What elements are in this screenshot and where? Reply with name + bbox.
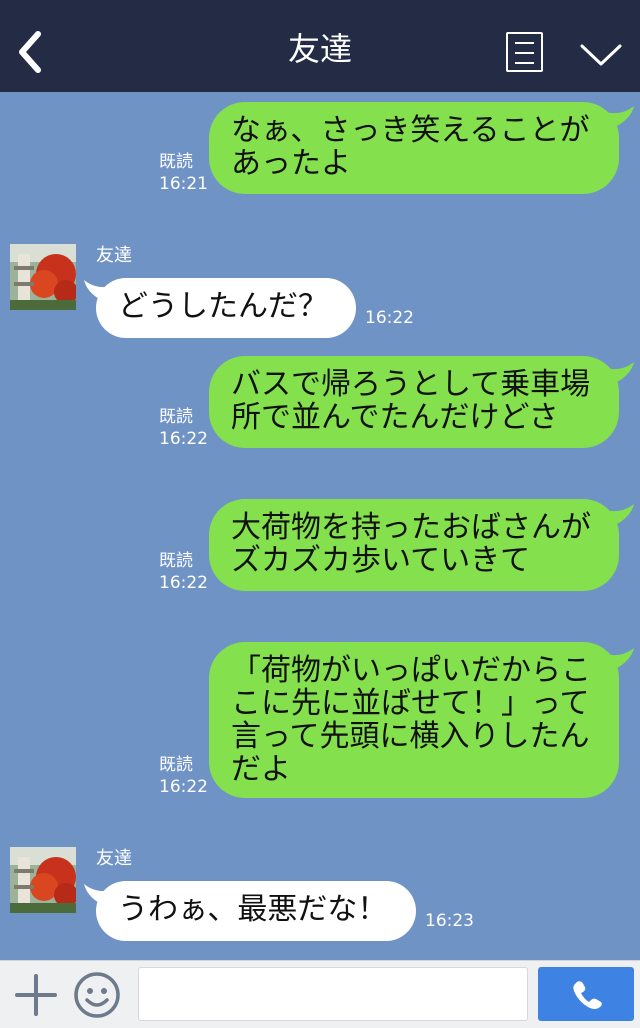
menu-list-icon: [515, 42, 534, 44]
message-line: バスで帰ろうとして乗車場: [231, 367, 591, 402]
message-input[interactable]: [138, 967, 528, 1021]
message-bubble-outgoing[interactable]: 「荷物がいっぱいだからこ こに先に並ばせて！」って 言って先頭に横入りしたん だ…: [209, 642, 619, 798]
message-line: なぁ、さっき笑えることが: [231, 113, 590, 148]
call-button[interactable]: [538, 967, 634, 1021]
emoji-button[interactable]: [72, 970, 122, 1020]
message-bubble-outgoing[interactable]: バスで帰ろうとして乗車場 所で並んでたんだけどさ: [209, 356, 619, 448]
message-line: どうしたんだ？: [118, 289, 328, 324]
message-line: こに先に並ばせて！」って: [231, 686, 590, 721]
message-line: うわぁ、最悪だな！: [118, 892, 388, 927]
menu-list-icon-line: [515, 52, 534, 54]
avatar-image: [10, 847, 76, 913]
avatar[interactable]: [10, 847, 76, 913]
smiley-icon: [74, 972, 120, 1018]
message-time: 16:22: [365, 308, 414, 328]
read-receipt: 既読: [159, 755, 193, 775]
read-receipt: 既読: [159, 407, 193, 427]
message-line: 大荷物を持ったおばさんが: [231, 510, 591, 545]
menu-button[interactable]: [506, 32, 543, 72]
sender-name: 友達: [96, 245, 132, 266]
avatar[interactable]: [10, 244, 76, 310]
read-receipt: 既読: [159, 551, 193, 571]
back-button[interactable]: [10, 26, 50, 74]
sender-name: 友達: [96, 848, 132, 869]
add-attachment-button[interactable]: [14, 973, 58, 1017]
message-line: あったよ: [231, 146, 351, 181]
chat-area: 既読 16:21 なぁ、さっき笑えることが あったよ 友達 どうしたんだ？ 16…: [0, 92, 640, 960]
message-meta: 既読 16:22: [159, 406, 208, 450]
message-time: 16:22: [159, 777, 208, 797]
collapse-button[interactable]: [578, 36, 624, 70]
plus-icon: [15, 974, 57, 1016]
message-line: だよ: [231, 752, 291, 787]
message-bubble-incoming[interactable]: どうしたんだ？: [96, 278, 356, 338]
menu-list-icon-line: [515, 62, 534, 64]
message-line: ズカズカ歩いていきて: [231, 543, 531, 578]
chat-header: 友達: [0, 0, 640, 92]
message-bubble-outgoing[interactable]: 大荷物を持ったおばさんが ズカズカ歩いていきて: [209, 499, 619, 591]
message-bubble-incoming[interactable]: うわぁ、最悪だな！: [96, 881, 416, 941]
message-line: 所で並んでたんだけどさ: [231, 400, 559, 435]
message-meta: 既読 16:21: [159, 151, 208, 195]
message-line: 「荷物がいっぱいだからこ: [231, 653, 591, 688]
message-time: 16:22: [159, 429, 208, 449]
avatar-image: [10, 244, 76, 310]
chevron-down-icon: [580, 44, 622, 66]
message-time: 16:21: [159, 174, 208, 194]
message-time: 16:22: [159, 573, 208, 593]
message-bubble-outgoing[interactable]: なぁ、さっき笑えることが あったよ: [209, 102, 619, 194]
message-line: 言って先頭に横入りしたん: [231, 719, 590, 754]
message-meta: 既読 16:22: [159, 550, 208, 594]
message-time: 16:23: [425, 911, 474, 931]
phone-icon: [573, 981, 602, 1009]
chat-title: 友達: [287, 30, 352, 68]
read-receipt: 既読: [159, 152, 193, 172]
message-meta: 既読 16:22: [159, 754, 208, 798]
chevron-left-icon: [19, 31, 41, 73]
input-bar: [0, 960, 640, 1028]
